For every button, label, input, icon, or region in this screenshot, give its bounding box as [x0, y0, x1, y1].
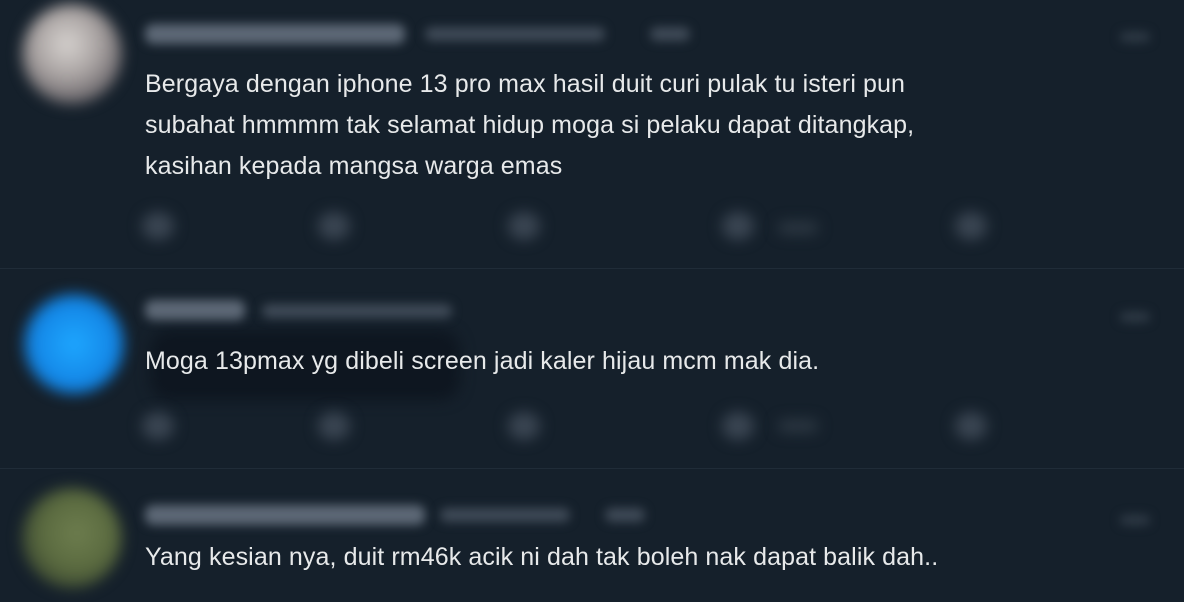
like-icon[interactable]	[508, 412, 540, 440]
author-handle	[262, 304, 452, 318]
divider	[0, 268, 1184, 269]
author-name[interactable]	[145, 505, 425, 525]
views-icon[interactable]	[722, 212, 754, 240]
more-icon[interactable]	[1120, 515, 1150, 525]
reply-icon[interactable]	[142, 412, 174, 440]
reply-icon[interactable]	[142, 212, 174, 240]
more-icon[interactable]	[1120, 32, 1150, 42]
timestamp[interactable]	[650, 27, 690, 41]
views-icon[interactable]	[722, 412, 754, 440]
avatar[interactable]	[22, 488, 122, 588]
tweet-text: Yang kesian nya, duit rm46k acik ni dah …	[145, 543, 939, 571]
author-name[interactable]	[145, 300, 245, 320]
timestamp[interactable]	[605, 508, 645, 522]
divider	[0, 468, 1184, 469]
author-name[interactable]	[145, 24, 405, 44]
views-count	[778, 420, 818, 432]
views-count	[778, 222, 818, 234]
share-icon[interactable]	[955, 412, 987, 440]
author-handle	[425, 27, 605, 41]
share-icon[interactable]	[955, 212, 987, 240]
avatar[interactable]	[22, 4, 122, 104]
retweet-icon[interactable]	[318, 212, 350, 240]
tweet-text: Moga 13pmax yg dibeli screen jadi kaler …	[145, 347, 820, 375]
avatar[interactable]	[24, 294, 124, 394]
author-handle	[440, 508, 570, 522]
like-icon[interactable]	[508, 212, 540, 240]
tweet-text: Bergaya dengan iphone 13 pro max hasil d…	[145, 70, 915, 180]
retweet-icon[interactable]	[318, 412, 350, 440]
more-icon[interactable]	[1120, 312, 1150, 322]
